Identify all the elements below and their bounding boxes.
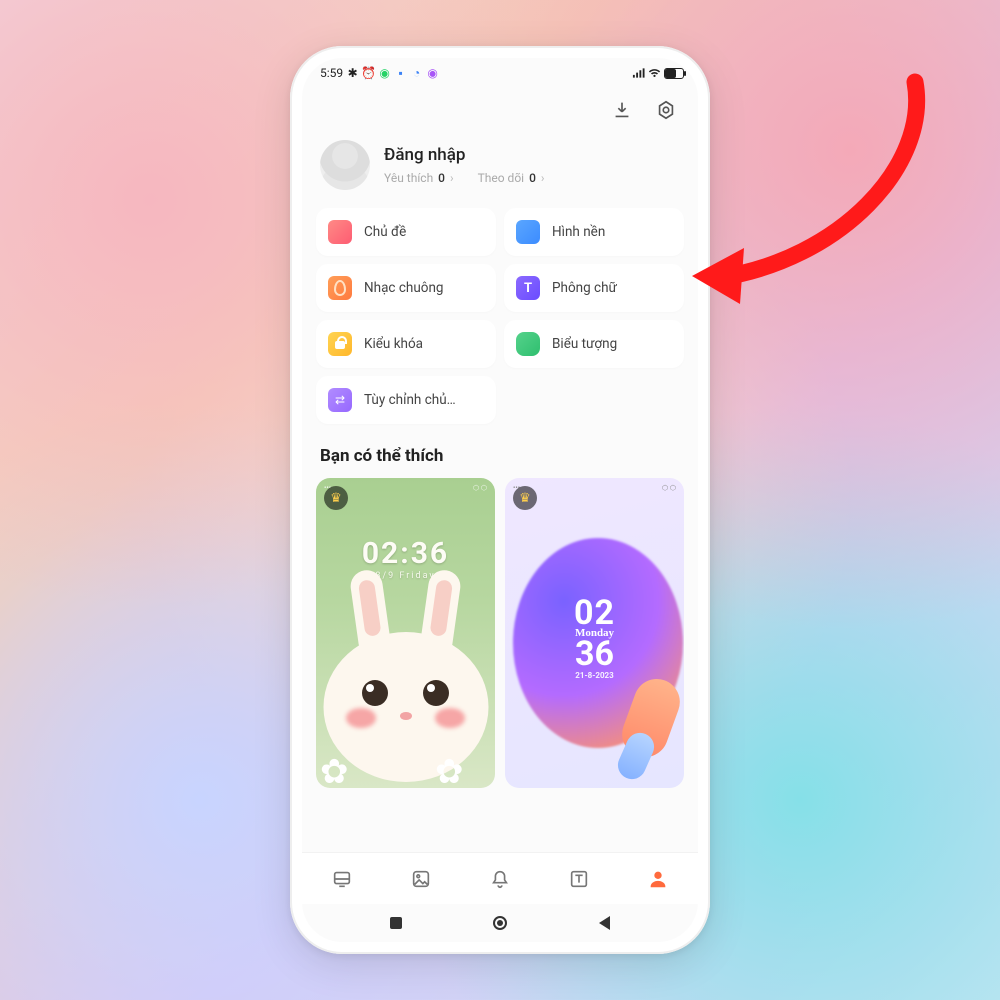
theme-icon: [328, 220, 352, 244]
bunny-art: [362, 680, 388, 706]
flower-art: [435, 752, 475, 788]
recent-apps-button[interactable]: [386, 913, 406, 933]
following-stat[interactable]: Theo dõi 0 ›: [478, 171, 545, 185]
bunny-art: [435, 708, 465, 728]
battery-icon: [664, 68, 684, 79]
ringtone-icon: [328, 276, 352, 300]
category-customize[interactable]: Tùy chỉnh chủ…: [316, 376, 496, 424]
category-theme[interactable]: Chủ đề: [316, 208, 496, 256]
signal-icon: [632, 67, 645, 80]
category-grid: Chủ đề Hình nền Nhạc chuông Phông chữ Ki…: [316, 204, 684, 424]
messenger-icon: ◉: [426, 67, 439, 80]
nav-profile[interactable]: [644, 865, 672, 893]
category-iconset[interactable]: Biểu tượng: [504, 320, 684, 368]
iconset-icon: [516, 332, 540, 356]
login-label: Đăng nhập: [384, 145, 544, 165]
lock-icon: [328, 332, 352, 356]
settings-button[interactable]: [652, 96, 680, 124]
bunny-art: [346, 708, 376, 728]
wallpaper-icon: [516, 220, 540, 244]
theme-card[interactable]: •••⬡ ⬡ ♛ 02 Monday 36 21-8-2023: [505, 478, 684, 788]
theme-card[interactable]: •••⬡ ⬡ ♛ 02:36 8/9 Friday: [316, 478, 495, 788]
customize-icon: [328, 388, 352, 412]
chevron-right-icon: ›: [541, 171, 545, 185]
category-label: Kiểu khóa: [364, 336, 423, 352]
nav-ringtone[interactable]: [486, 865, 514, 893]
chat-icon: ◔: [410, 67, 423, 80]
flower-art: [320, 752, 360, 788]
preview-statusbar: •••⬡ ⬡: [324, 484, 487, 492]
bottom-nav: [302, 852, 698, 904]
category-wallpaper[interactable]: Hình nền: [504, 208, 684, 256]
category-ringtone[interactable]: Nhạc chuông: [316, 264, 496, 312]
whatsapp-icon: ◉: [378, 67, 391, 80]
category-label: Phông chữ: [552, 280, 617, 296]
preview-statusbar: •••⬡ ⬡: [513, 484, 676, 492]
preview-clock: 02:36 8/9 Friday: [316, 536, 495, 581]
category-font[interactable]: Phông chữ: [504, 264, 684, 312]
home-button[interactable]: [490, 913, 510, 933]
avatar: [320, 140, 370, 190]
premium-crown-icon: ♛: [324, 486, 348, 510]
toolbar: [316, 88, 684, 130]
bunny-art: [400, 712, 412, 720]
preview-clock: 02 Monday 36 21-8-2023: [505, 598, 684, 680]
category-label: Chủ đề: [364, 224, 406, 240]
status-bar: 5:59 ✱ ⏰ ◉ ▪ ◔ ◉ 69: [302, 58, 698, 88]
category-label: Nhạc chuông: [364, 280, 444, 296]
favorites-stat[interactable]: Yêu thích 0 ›: [384, 171, 454, 185]
dnd-icon: ✱: [346, 67, 359, 80]
app-dot-icon: ▪: [394, 67, 407, 80]
alarm-icon: ⏰: [362, 67, 375, 80]
status-time: 5:59: [320, 66, 343, 80]
nav-wallpaper[interactable]: [407, 865, 435, 893]
download-button[interactable]: [608, 96, 636, 124]
section-title-recommend: Bạn có thể thích: [316, 424, 684, 478]
nav-font[interactable]: [565, 865, 593, 893]
bunny-art: [423, 680, 449, 706]
font-icon: [516, 276, 540, 300]
category-label: Hình nền: [552, 224, 605, 240]
screen: 5:59 ✱ ⏰ ◉ ▪ ◔ ◉ 69: [302, 58, 698, 942]
premium-crown-icon: ♛: [513, 486, 537, 510]
tutorial-arrow: [680, 70, 960, 310]
system-nav-bar: [302, 904, 698, 942]
profile-row[interactable]: Đăng nhập Yêu thích 0 › Theo dõi 0 ›: [316, 130, 684, 204]
phone-frame: 5:59 ✱ ⏰ ◉ ▪ ◔ ◉ 69: [290, 46, 710, 954]
back-button[interactable]: [594, 913, 614, 933]
recommend-cards: •••⬡ ⬡ ♛ 02:36 8/9 Friday: [316, 478, 684, 788]
category-label: Biểu tượng: [552, 336, 617, 352]
nav-themes[interactable]: [328, 865, 356, 893]
category-label: Tùy chỉnh chủ…: [364, 392, 456, 408]
category-lockstyle[interactable]: Kiểu khóa: [316, 320, 496, 368]
chevron-right-icon: ›: [450, 171, 454, 185]
wifi-icon: [648, 67, 661, 80]
